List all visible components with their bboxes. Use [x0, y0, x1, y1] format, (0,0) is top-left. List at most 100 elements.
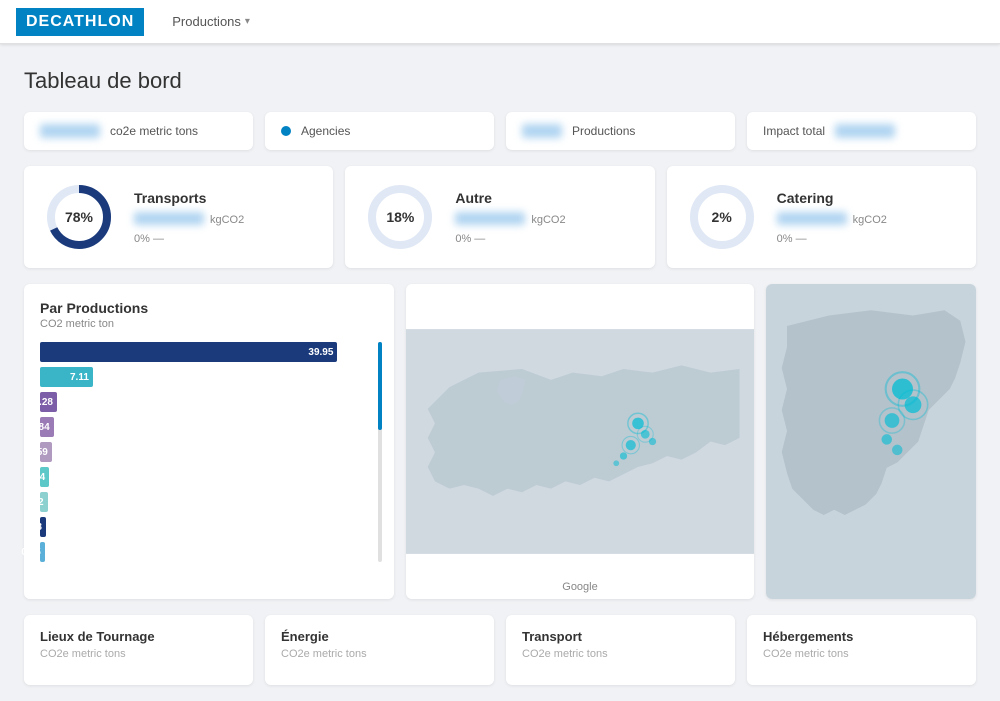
donut-catering-title: Catering — [777, 190, 887, 206]
europe-map-svg — [766, 284, 976, 599]
transport-subtitle: CO2e metric tons — [522, 648, 719, 660]
transports-val — [134, 212, 204, 225]
bar-chart-title: Par Productions — [40, 300, 378, 316]
bar-container: 39.95 7.11 2.28 1.84 1.59 1.24 1.02 0.8 0.65 — [40, 342, 378, 562]
bar-row: 1.84 — [40, 417, 378, 437]
bar-value-label: 2.28 — [34, 397, 53, 408]
donut-card-catering[interactable]: 2% Catering kgCO2 0% — — [667, 166, 976, 268]
donut-transports: 78% — [44, 182, 114, 252]
bar-fill: 1.84 — [40, 417, 54, 437]
mini-card-lieux[interactable]: Lieux de Tournage CO2e metric tons — [24, 615, 253, 685]
bar-row: 7.11 — [40, 367, 378, 387]
bar-value-label: 1.02 — [24, 497, 43, 508]
donut-autre-pct: 18% — [386, 209, 414, 225]
bar-track: 1.24 — [40, 467, 378, 487]
scroll-thumb[interactable] — [378, 342, 382, 430]
hebergements-subtitle: CO2e metric tons — [763, 648, 960, 660]
bar-row: 2.28 — [40, 392, 378, 412]
donut-autre: 18% — [365, 182, 435, 252]
map-svg — [406, 284, 754, 599]
donut-autre-title: Autre — [455, 190, 565, 206]
donut-transports-pct: 78% — [65, 209, 93, 225]
bar-fill: 1.59 — [40, 442, 52, 462]
co2-label: co2e metric tons — [110, 124, 198, 138]
bar-fill: 7.11 — [40, 367, 93, 387]
catering-val — [777, 212, 847, 225]
donut-catering-pct: 2% — [712, 209, 732, 225]
donut-transports-title: Transports — [134, 190, 244, 206]
bar-chart-subtitle: CO2 metric ton — [40, 318, 378, 330]
bar-track: 1.02 — [40, 492, 378, 512]
nav-productions[interactable]: Productions ▾ — [164, 10, 258, 33]
bar-row: 0.65 — [40, 542, 378, 562]
bar-track: 7.11 — [40, 367, 378, 387]
summary-card-co2[interactable]: co2e metric tons — [24, 112, 253, 150]
mini-card-hebergements[interactable]: Hébergements CO2e metric tons — [747, 615, 976, 685]
bar-value-label: 7.11 — [70, 372, 89, 383]
transports-kg: kgCO2 — [210, 214, 244, 226]
google-label: Google — [562, 581, 597, 593]
donut-autre-info: Autre kgCO2 0% — — [455, 190, 565, 245]
chevron-down-icon: ▾ — [245, 16, 250, 27]
map-card[interactable]: Google — [406, 284, 754, 599]
agencies-dot — [281, 126, 291, 136]
impact-value — [835, 124, 895, 138]
bar-fill: 0.65 — [40, 542, 45, 562]
catering-kg: kgCO2 — [853, 214, 887, 226]
logo: DECATHLON — [16, 8, 144, 36]
summary-card-impact[interactable]: Impact total — [747, 112, 976, 150]
donut-catering-info: Catering kgCO2 0% — — [777, 190, 887, 245]
nav-label: Productions — [172, 14, 241, 29]
summary-card-agencies[interactable]: Agencies — [265, 112, 494, 150]
bar-track: 39.95 — [40, 342, 378, 362]
mini-card-transport[interactable]: Transport CO2e metric tons — [506, 615, 735, 685]
bar-track: 0.65 — [40, 542, 378, 562]
page-title: Tableau de bord — [24, 68, 976, 94]
right-panel — [766, 284, 976, 599]
summary-card-productions[interactable]: Productions — [506, 112, 735, 150]
header: DECATHLON Productions ▾ — [0, 0, 1000, 44]
donut-transports-info: Transports kgCO2 0% — — [134, 190, 244, 245]
donut-card-autre[interactable]: 18% Autre kgCO2 0% — — [345, 166, 654, 268]
bar-row: 1.24 — [40, 467, 378, 487]
productions-label: Productions — [572, 124, 635, 138]
transports-trend: 0% — — [134, 233, 244, 245]
bar-value-label: 0.8 — [28, 522, 42, 533]
bar-track: 1.84 — [40, 417, 378, 437]
energie-title: Énergie — [281, 629, 478, 644]
bar-row: 1.02 — [40, 492, 378, 512]
bar-row: 1.59 — [40, 442, 378, 462]
scrollbar[interactable] — [378, 342, 382, 562]
lieux-title: Lieux de Tournage — [40, 629, 237, 644]
mini-card-energie[interactable]: Énergie CO2e metric tons — [265, 615, 494, 685]
bar-row: 0.8 — [40, 517, 378, 537]
hebergements-title: Hébergements — [763, 629, 960, 644]
bar-value-label: 1.24 — [26, 472, 45, 483]
agencies-label: Agencies — [301, 124, 350, 138]
productions-value — [522, 124, 562, 138]
bar-value-label: 39.95 — [308, 347, 333, 358]
donut-catering: 2% — [687, 182, 757, 252]
bar-fill: 0.8 — [40, 517, 46, 537]
bar-fill: 39.95 — [40, 342, 337, 362]
autre-kg: kgCO2 — [531, 214, 565, 226]
autre-val — [455, 212, 525, 225]
autre-trend: 0% — — [455, 233, 565, 245]
mini-cards-row: Lieux de Tournage CO2e metric tons Énerg… — [24, 615, 976, 685]
main-content: Tableau de bord co2e metric tons Agencie… — [0, 44, 1000, 701]
bar-track: 0.8 — [40, 517, 378, 537]
bar-track: 2.28 — [40, 392, 378, 412]
bar-value-label: 1.84 — [30, 422, 49, 433]
bar-row: 39.95 — [40, 342, 378, 362]
bar-value-label: 0.65 — [21, 547, 40, 558]
donut-card-transports[interactable]: 78% Transports kgCO2 0% — — [24, 166, 333, 268]
transport-title: Transport — [522, 629, 719, 644]
bar-value-label: 1.59 — [28, 447, 47, 458]
bar-fill: 1.24 — [40, 467, 49, 487]
donut-cards-row: 78% Transports kgCO2 0% — 18% A — [24, 166, 976, 268]
bar-track: 1.59 — [40, 442, 378, 462]
bar-fill: 2.28 — [40, 392, 57, 412]
bar-fill: 1.02 — [40, 492, 48, 512]
bar-scroll: 39.95 7.11 2.28 1.84 1.59 1.24 1.02 0.8 0.65 — [40, 342, 378, 562]
summary-cards: co2e metric tons Agencies Productions Im… — [24, 112, 976, 150]
